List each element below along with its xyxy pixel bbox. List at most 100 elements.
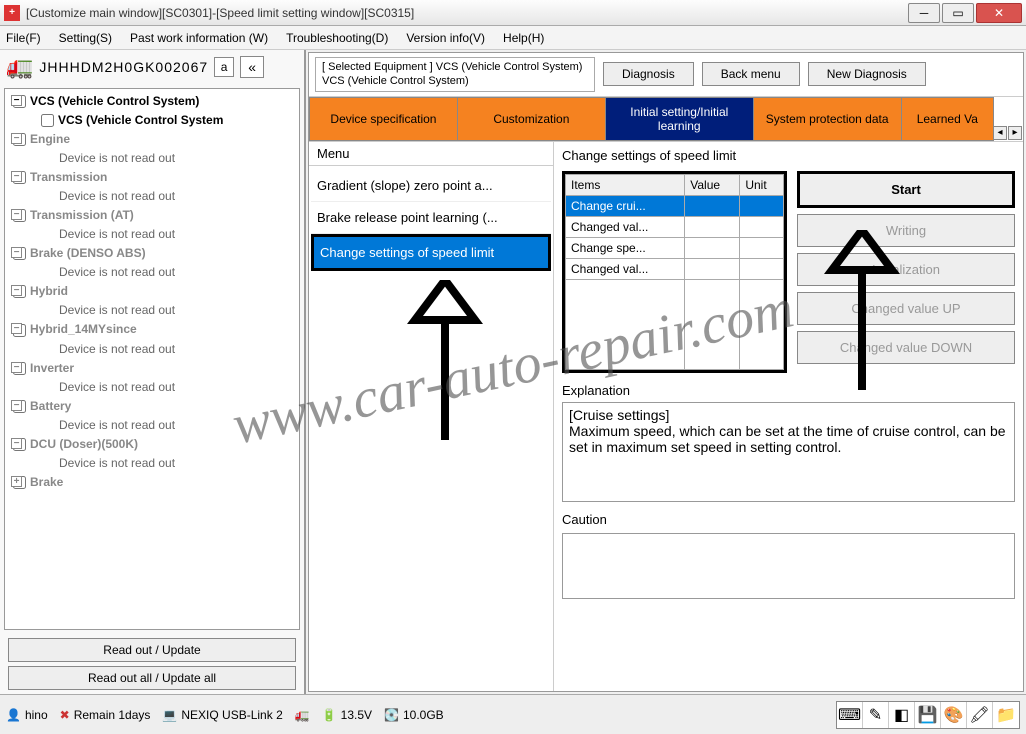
- read-all-update-all-button[interactable]: Read out all / Update all: [8, 666, 296, 690]
- col-unit: Unit: [740, 174, 784, 195]
- table-row[interactable]: Changed val...: [566, 258, 685, 279]
- tab-initial-setting[interactable]: Initial setting/Initial learning: [605, 97, 754, 141]
- toolbar-pen-icon[interactable]: ✎: [863, 702, 889, 728]
- tree-item[interactable]: Device is not read out: [5, 186, 299, 205]
- tree-item[interactable]: −DCU (Doser)(500K): [5, 434, 299, 453]
- close-button[interactable]: ✕: [976, 3, 1022, 23]
- tree-item[interactable]: −Transmission (AT): [5, 205, 299, 224]
- toolbar-save-icon[interactable]: 💾: [915, 702, 941, 728]
- toolbar-keyboard-icon[interactable]: ⌨: [837, 702, 863, 728]
- explanation-box: [Cruise settings] Maximum speed, which c…: [562, 402, 1015, 502]
- toolbar-folder-icon[interactable]: 📁: [993, 702, 1019, 728]
- menu-help[interactable]: Help(H): [503, 31, 544, 45]
- disk-icon: 💽: [384, 708, 399, 722]
- tree-item[interactable]: Device is not read out: [5, 377, 299, 396]
- tree-item[interactable]: −Hybrid: [5, 281, 299, 300]
- tree-item[interactable]: Device is not read out: [5, 148, 299, 167]
- device-tree[interactable]: −VCS (Vehicle Control System)VCS (Vehicl…: [4, 88, 300, 630]
- toolbar-eraser-icon[interactable]: ◧: [889, 702, 915, 728]
- tree-item[interactable]: −Inverter: [5, 358, 299, 377]
- collapse-sidebar-button[interactable]: «: [240, 56, 264, 78]
- tree-item[interactable]: −Engine: [5, 129, 299, 148]
- tab-device-specification[interactable]: Device specification: [309, 97, 458, 141]
- menubar: File(F) Setting(S) Past work information…: [0, 26, 1026, 50]
- tab-learned-values[interactable]: Learned Va: [901, 97, 994, 141]
- tree-item[interactable]: Device is not read out: [5, 415, 299, 434]
- tree-item[interactable]: −Transmission: [5, 167, 299, 186]
- app-icon: +: [4, 5, 20, 21]
- window-title: [Customize main window][SC0301]-[Speed l…: [26, 6, 908, 20]
- tree-item[interactable]: Device is not read out: [5, 224, 299, 243]
- menu-setting[interactable]: Setting(S): [59, 31, 112, 45]
- tree-item[interactable]: −VCS (Vehicle Control System): [5, 91, 299, 110]
- back-menu-button[interactable]: Back menu: [702, 62, 800, 86]
- tree-item[interactable]: −Hybrid_14MYsince: [5, 319, 299, 338]
- vin-text: JHHHDM2H0GK002067: [39, 59, 208, 75]
- col-value: Value: [685, 174, 740, 195]
- toolbar-highlighter-icon[interactable]: 🖍: [967, 702, 993, 728]
- menu-item-speed-limit[interactable]: Change settings of speed limit: [311, 234, 551, 271]
- vin-a-button[interactable]: a: [214, 57, 234, 77]
- tab-customization[interactable]: Customization: [457, 97, 606, 141]
- col-items: Items: [566, 174, 685, 195]
- main-panel: [ Selected Equipment ] VCS (Vehicle Cont…: [308, 52, 1024, 692]
- tree-item[interactable]: Device is not read out: [5, 453, 299, 472]
- tree-item[interactable]: −Brake (DENSO ABS): [5, 243, 299, 262]
- disk-text: 10.0GB: [403, 708, 444, 722]
- caution-label: Caution: [562, 512, 1015, 527]
- diagnosis-button[interactable]: Diagnosis: [603, 62, 694, 86]
- tree-item[interactable]: VCS (Vehicle Control System: [5, 110, 299, 129]
- caution-box: [562, 533, 1015, 599]
- initialization-button[interactable]: Initialization: [797, 253, 1015, 286]
- tree-item[interactable]: Device is not read out: [5, 339, 299, 358]
- voltage-text: 13.5V: [341, 708, 372, 722]
- titlebar: + [Customize main window][SC0301]-[Speed…: [0, 0, 1026, 26]
- maximize-button[interactable]: ▭: [942, 3, 974, 23]
- menu-version[interactable]: Version info(V): [406, 31, 485, 45]
- menu-troubleshooting[interactable]: Troubleshooting(D): [286, 31, 388, 45]
- remain-text: Remain 1days: [74, 708, 151, 722]
- settings-table[interactable]: ItemsValueUnit Change crui... Changed va…: [562, 171, 787, 373]
- menu-pane: Menu Gradient (slope) zero point a... Br…: [309, 142, 554, 691]
- user-icon: 👤: [6, 708, 21, 722]
- writing-button[interactable]: Writing: [797, 214, 1015, 247]
- menu-pane-title: Menu: [309, 142, 553, 166]
- tree-item[interactable]: −Battery: [5, 396, 299, 415]
- tab-scroll-right[interactable]: ▸: [1008, 126, 1022, 140]
- menu-past-work[interactable]: Past work information (W): [130, 31, 268, 45]
- selected-equipment-label: [ Selected Equipment ] VCS (Vehicle Cont…: [315, 57, 595, 92]
- sidebar: 🚛 JHHHDM2H0GK002067 a « −VCS (Vehicle Co…: [0, 50, 306, 694]
- menu-item-brake-release[interactable]: Brake release point learning (...: [311, 202, 551, 234]
- statusbar: 👤hino ✖Remain 1days 💻NEXIQ USB-Link 2 🚛 …: [0, 694, 1026, 734]
- read-update-button[interactable]: Read out / Update: [8, 638, 296, 662]
- changed-value-up-button[interactable]: Changed value UP: [797, 292, 1015, 325]
- tab-system-protection[interactable]: System protection data: [753, 97, 902, 141]
- tab-strip: Device specification Customization Initi…: [309, 97, 1023, 141]
- table-row[interactable]: Change spe...: [566, 237, 685, 258]
- user-name: hino: [25, 708, 48, 722]
- truck-icon: 🚛: [6, 54, 33, 80]
- detail-pane: Change settings of speed limit ItemsValu…: [554, 142, 1023, 691]
- minimize-button[interactable]: ─: [908, 3, 940, 23]
- menu-file[interactable]: File(F): [6, 31, 41, 45]
- toolbar-palette-icon[interactable]: 🎨: [941, 702, 967, 728]
- tree-item[interactable]: Device is not read out: [5, 300, 299, 319]
- start-button[interactable]: Start: [797, 171, 1015, 208]
- menu-item-gradient[interactable]: Gradient (slope) zero point a...: [311, 170, 551, 202]
- battery-icon: 🔋: [322, 708, 337, 722]
- bottom-toolbar: ⌨ ✎ ◧ 💾 🎨 🖍 📁: [836, 701, 1020, 729]
- tree-item[interactable]: +Brake: [5, 472, 299, 491]
- new-diagnosis-button[interactable]: New Diagnosis: [808, 62, 926, 86]
- tree-item[interactable]: Device is not read out: [5, 262, 299, 281]
- table-row[interactable]: Changed val...: [566, 216, 685, 237]
- changed-value-down-button[interactable]: Changed value DOWN: [797, 331, 1015, 364]
- interface-text: NEXIQ USB-Link 2: [181, 708, 282, 722]
- remain-icon: ✖: [60, 708, 70, 722]
- tab-scroll-left[interactable]: ◂: [993, 126, 1007, 140]
- tab-scroll-nav: ◂ ▸: [993, 97, 1023, 141]
- explanation-label: Explanation: [562, 383, 1015, 398]
- table-row[interactable]: Change crui...: [566, 195, 685, 216]
- laptop-icon: 💻: [162, 708, 177, 722]
- detail-title: Change settings of speed limit: [562, 148, 1015, 163]
- truck-status-icon: 🚛: [295, 708, 310, 722]
